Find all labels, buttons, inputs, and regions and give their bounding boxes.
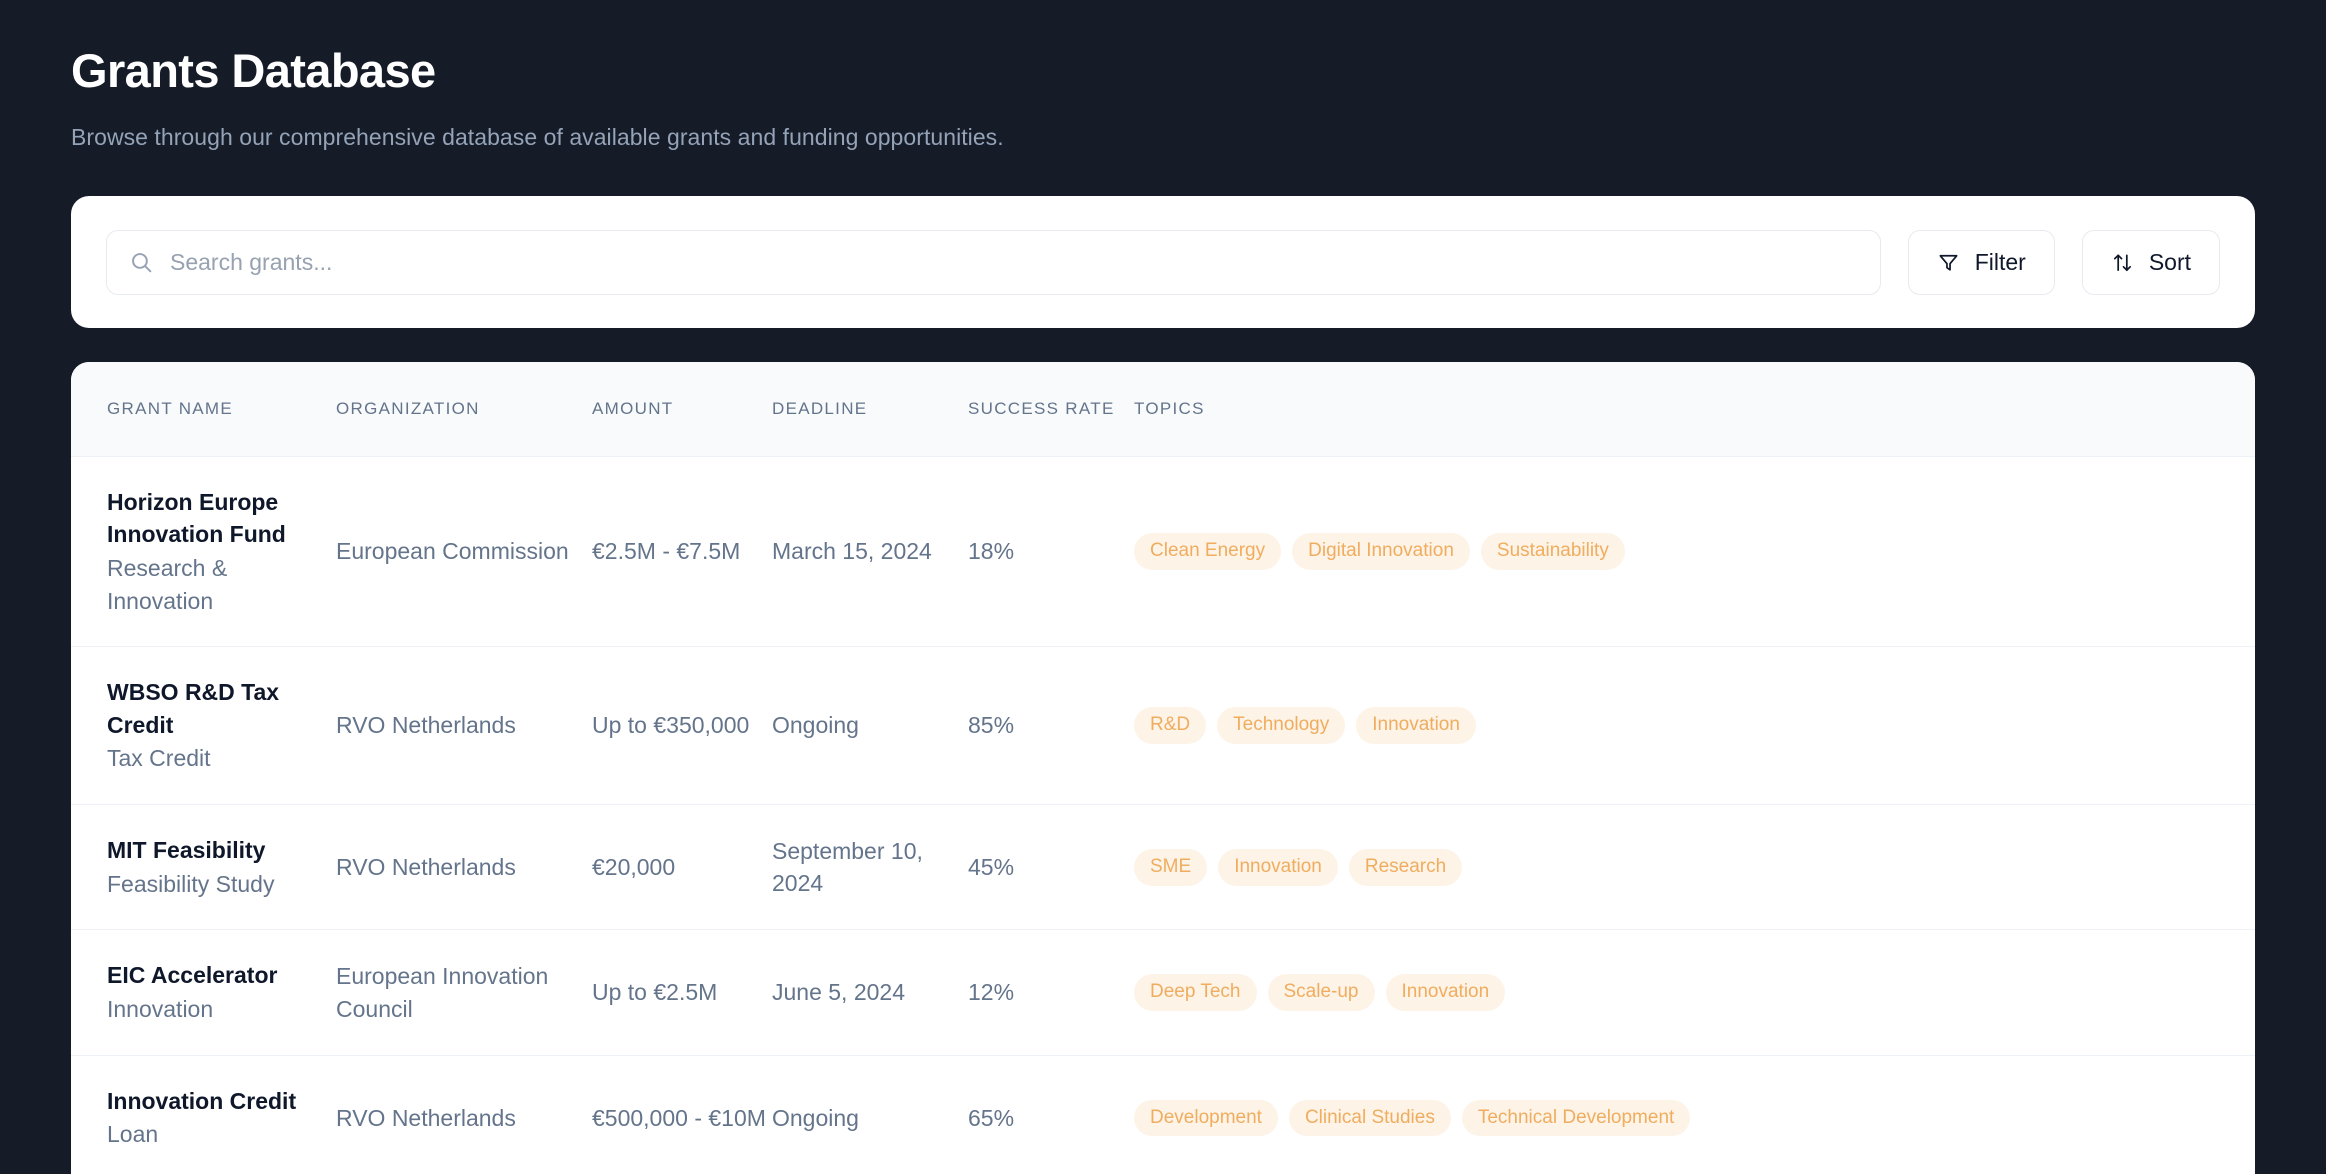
topic-tag[interactable]: Development xyxy=(1134,1099,1278,1137)
topic-tag[interactable]: Innovation xyxy=(1385,974,1506,1012)
cell-amount: Up to €2.5M xyxy=(592,929,772,1056)
grant-type: Tax Credit xyxy=(107,745,211,772)
table-header: GRANT NAME ORGANIZATION AMOUNT DEADLINE … xyxy=(71,362,2255,457)
topic-tag[interactable]: Innovation xyxy=(1356,707,1476,745)
table-row[interactable]: MIT Feasibility Feasibility Study RVO Neth… xyxy=(71,804,2255,931)
topic-tag-list: Deep Tech Scale-up Innovation xyxy=(1134,974,2255,1012)
topic-tag[interactable]: SME xyxy=(1134,848,1208,886)
cell-deadline: Ongoing xyxy=(772,646,968,806)
table-header-row: GRANT NAME ORGANIZATION AMOUNT DEADLINE … xyxy=(71,362,2255,457)
grant-type: Feasibility Study xyxy=(107,870,275,897)
funnel-icon xyxy=(1937,251,1960,274)
grant-name: EIC Accelerator xyxy=(107,962,278,989)
grant-name: WBSO R&D Tax Credit xyxy=(107,679,280,738)
sort-button-label: Sort xyxy=(2148,248,2191,275)
cell-organization: RVO Netherlands xyxy=(336,804,592,931)
cell-grant-name: Innovation Credit Loan xyxy=(71,1055,336,1174)
cell-deadline: June 5, 2024 xyxy=(772,929,968,1056)
cell-amount: €2.5M - €7.5M xyxy=(592,456,772,648)
column-header-deadline[interactable]: DEADLINE xyxy=(772,362,968,457)
cell-amount: €500,000 - €10M xyxy=(592,1104,766,1131)
table-row[interactable]: Horizon Europe Innovation Fund Research &… xyxy=(71,456,2255,648)
topic-tag-list: Development Clinical Studies Technical Dev… xyxy=(1134,1099,2255,1137)
cell-organization: RVO Netherlands xyxy=(336,1104,516,1131)
cell-deadline: September 10, 2024 xyxy=(772,804,968,931)
grants-database-page: Grants Database Browse through our compr… xyxy=(0,0,2326,1174)
table-row[interactable]: Innovation Credit Loan RVO Netherlands €500… xyxy=(71,1055,2255,1174)
page-subtitle: Browse through our comprehensive databas… xyxy=(71,124,1004,151)
column-header-amount[interactable]: AMOUNT xyxy=(592,362,772,457)
topic-tag[interactable]: Innovation xyxy=(1218,848,1338,886)
cell-amount: Up to €350,000 xyxy=(592,646,772,806)
topic-tag[interactable]: Technology xyxy=(1217,707,1346,745)
grant-type: Loan xyxy=(107,1121,159,1148)
grant-name: Horizon Europe Innovation Fund xyxy=(107,488,286,548)
sort-button[interactable]: Sort xyxy=(2081,229,2220,295)
table-body: Horizon Europe Innovation Fund Research &… xyxy=(71,456,2255,1174)
cell-amount: €20,000 xyxy=(592,804,772,931)
filter-button[interactable]: Filter xyxy=(1907,229,2055,295)
grants-table-card: GRANT NAME ORGANIZATION AMOUNT DEADLINE … xyxy=(71,362,2255,1174)
topic-tag[interactable]: Scale-up xyxy=(1267,974,1375,1012)
cell-success-rate: 12% xyxy=(968,929,1134,1056)
cell-topics: R&D Technology Innovation xyxy=(1134,646,2255,806)
topic-tag[interactable]: Research xyxy=(1348,848,1463,886)
search-toolbar-card: Filter Sort xyxy=(71,196,2255,329)
table-row[interactable]: WBSO R&D Tax Credit Tax Credit RVO Netherl… xyxy=(71,646,2255,806)
cell-topics: SME Innovation Research xyxy=(1134,804,2255,931)
topic-tag[interactable]: Clinical Studies xyxy=(1288,1099,1451,1137)
search-input[interactable] xyxy=(170,230,1858,294)
filter-button-label: Filter xyxy=(1974,248,2026,275)
cell-grant-name: WBSO R&D Tax Credit Tax Credit xyxy=(71,646,336,806)
grant-type: Innovation xyxy=(107,996,214,1023)
page-title: Grants Database xyxy=(71,44,436,97)
cell-success-rate: 18% xyxy=(968,456,1134,648)
sort-arrows-icon xyxy=(2111,251,2134,274)
cell-deadline: Ongoing xyxy=(772,1104,859,1131)
search-field-wrapper[interactable] xyxy=(106,229,1881,295)
topic-tag[interactable]: R&D xyxy=(1134,707,1207,745)
cell-organization: European Commission xyxy=(336,456,592,648)
cell-success-rate: 85% xyxy=(968,646,1134,806)
cell-topics: Clean Energy Digital Innovation Sustainabi… xyxy=(1134,456,2255,648)
table-row[interactable]: EIC Accelerator Innovation European Innova… xyxy=(71,929,2255,1056)
column-header-organization[interactable]: ORGANIZATION xyxy=(336,362,592,457)
cell-grant-name: Horizon Europe Innovation Fund Research &… xyxy=(71,456,336,648)
cell-grant-name: MIT Feasibility Feasibility Study xyxy=(71,804,336,931)
topic-tag-list: SME Innovation Research xyxy=(1134,848,2255,886)
search-icon xyxy=(129,250,154,275)
cell-topics: Development Clinical Studies Technical Dev… xyxy=(1134,1055,2255,1174)
topic-tag[interactable]: Technical Development xyxy=(1461,1099,1691,1137)
topic-tag[interactable]: Deep Tech xyxy=(1134,974,1257,1012)
cell-topics: Deep Tech Scale-up Innovation xyxy=(1134,929,2255,1056)
cell-organization: European Innovation Council xyxy=(336,929,592,1056)
topic-tag-list: R&D Technology Innovation xyxy=(1134,707,2255,745)
cell-success-rate: 65% xyxy=(968,1104,1015,1131)
cell-organization: RVO Netherlands xyxy=(336,646,592,806)
topic-tag[interactable]: Sustainability xyxy=(1480,532,1625,570)
column-header-grant-name[interactable]: GRANT NAME xyxy=(71,362,336,457)
cell-success-rate: 45% xyxy=(968,804,1134,931)
topic-tag-list: Clean Energy Digital Innovation Sustainabi… xyxy=(1134,532,2255,570)
grant-name: Innovation Credit xyxy=(107,1087,297,1114)
column-header-success-rate[interactable]: SUCCESS RATE xyxy=(968,362,1134,457)
grants-table: GRANT NAME ORGANIZATION AMOUNT DEADLINE … xyxy=(71,362,2255,1174)
column-header-topics[interactable]: TOPICS xyxy=(1134,362,2255,457)
topic-tag[interactable]: Clean Energy xyxy=(1134,532,1282,570)
grant-name: MIT Feasibility xyxy=(107,837,266,864)
topic-tag[interactable]: Digital Innovation xyxy=(1292,532,1470,570)
grant-type: Research & Innovation xyxy=(107,554,228,614)
cell-grant-name: EIC Accelerator Innovation xyxy=(71,929,336,1056)
cell-deadline: March 15, 2024 xyxy=(772,456,968,648)
